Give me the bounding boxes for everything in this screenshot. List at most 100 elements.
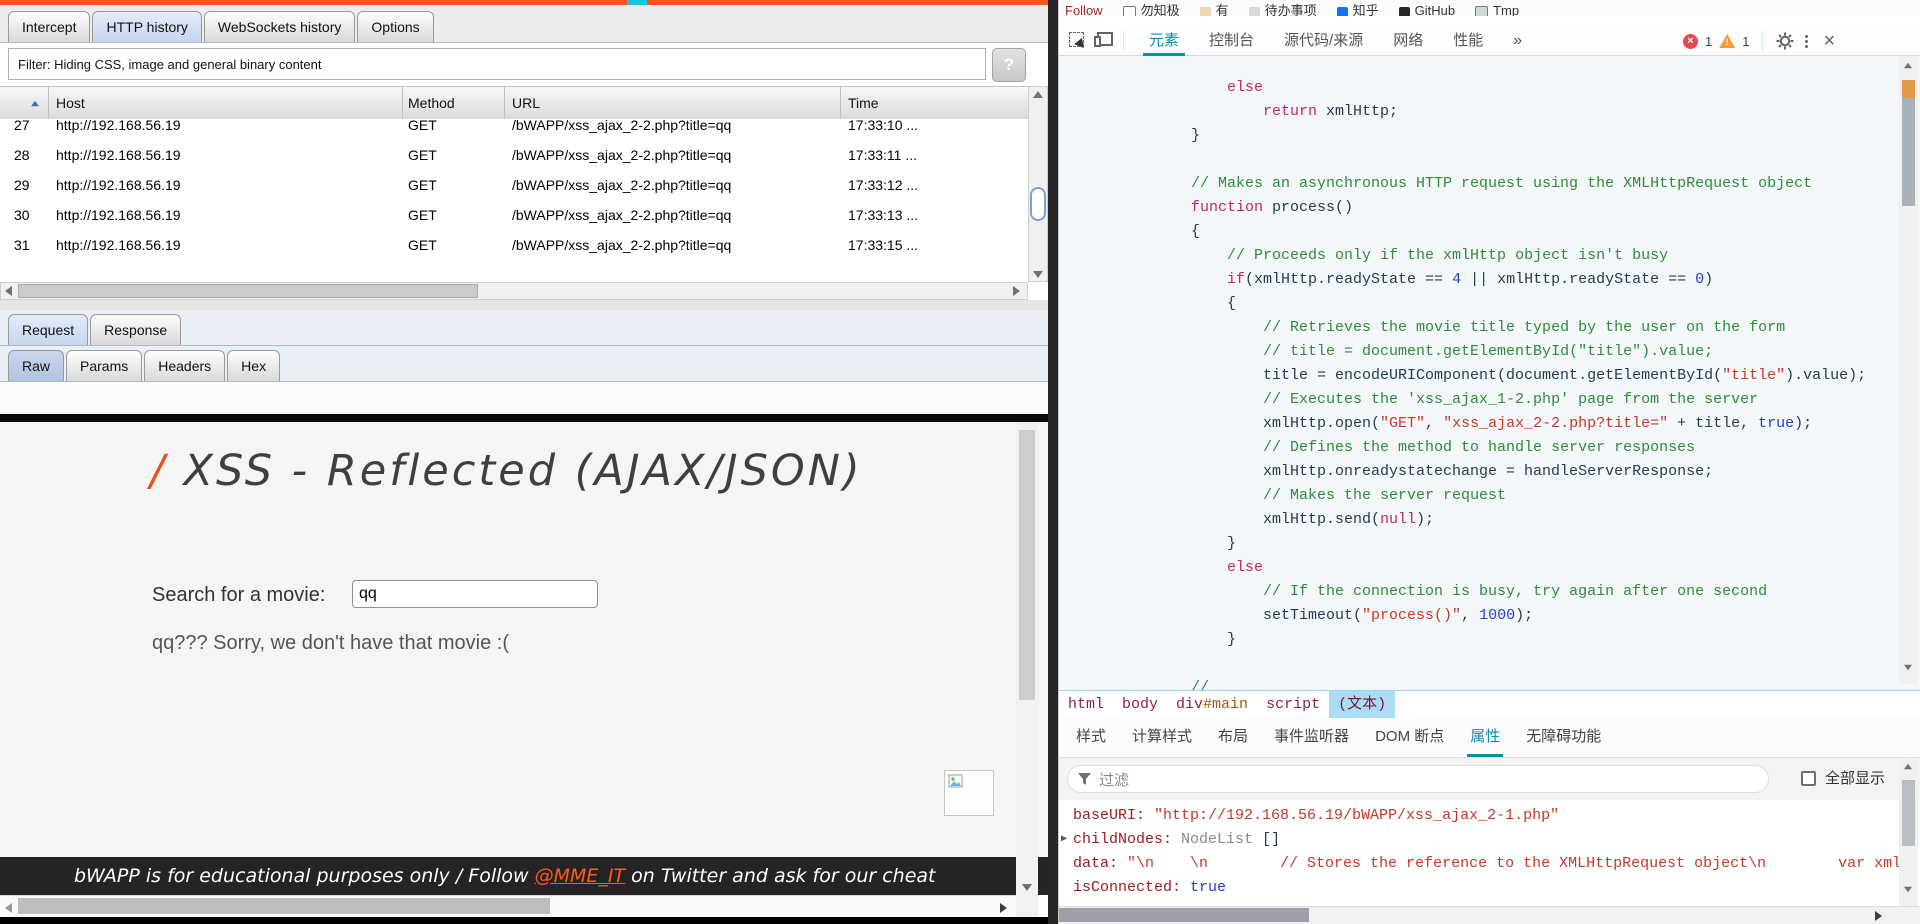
code-line: // Proceeds only if the xmlHttp object i… bbox=[1191, 244, 1920, 268]
code-line: } bbox=[1191, 124, 1920, 148]
breadcrumb-item--文本-[interactable]: (文本) bbox=[1329, 691, 1395, 718]
code-token: true bbox=[1190, 879, 1226, 896]
sidebar-tab-事件监听器[interactable]: 事件监听器 bbox=[1261, 718, 1362, 757]
sidebar-tab-无障碍功能[interactable]: 无障碍功能 bbox=[1513, 718, 1614, 757]
code-line: // Makes the server request bbox=[1191, 484, 1920, 508]
bookmark-favicon-icon bbox=[1249, 7, 1260, 16]
help-button[interactable]: ? bbox=[992, 48, 1026, 82]
property-row[interactable]: data: "\n \n // Stores the reference to … bbox=[1073, 852, 1899, 876]
properties-horizontal-scroll-thumb[interactable] bbox=[1059, 908, 1309, 922]
code-token: xmlHttp.open( bbox=[1191, 415, 1380, 432]
heading-slash: / bbox=[150, 446, 168, 496]
bookmark-label: 知乎 bbox=[1353, 0, 1379, 16]
row-number: 31 bbox=[14, 230, 30, 260]
code-token: else bbox=[1227, 79, 1263, 96]
property-row[interactable]: ▶childNodes: NodeList [] bbox=[1073, 828, 1899, 852]
format-tab-raw[interactable]: Raw bbox=[8, 350, 64, 381]
bookmark-勿知极[interactable]: 勿知极 bbox=[1123, 0, 1180, 16]
bookmark-github[interactable]: GitHub bbox=[1399, 0, 1455, 16]
column-header-url[interactable]: URL bbox=[512, 87, 540, 119]
code-token: "GET" bbox=[1380, 415, 1425, 432]
warning-icon[interactable]: ! bbox=[1719, 34, 1735, 48]
bookmark-待办事项[interactable]: 待办事项 bbox=[1249, 0, 1317, 16]
code-line: function process() bbox=[1191, 196, 1920, 220]
history-horizontal-scroll-thumb[interactable] bbox=[18, 284, 478, 298]
table-row[interactable]: 29http://192.168.56.19GET/bWAPP/xss_ajax… bbox=[0, 170, 1028, 200]
bookmark-follow[interactable]: Follow bbox=[1065, 0, 1103, 16]
show-all-checkbox[interactable] bbox=[1801, 771, 1816, 786]
burp-window-bottom-edge bbox=[0, 414, 1048, 422]
breadcrumb-item-div[interactable]: div#main bbox=[1167, 691, 1257, 718]
column-header-method[interactable]: Method bbox=[408, 87, 455, 119]
device-toolbar-icon[interactable] bbox=[1097, 32, 1113, 46]
history-vertical-scroll-thumb[interactable] bbox=[1030, 187, 1046, 221]
row-method: GET bbox=[408, 200, 437, 230]
history-vertical-scrollbar[interactable] bbox=[1028, 86, 1048, 282]
more-tabs-chevron[interactable]: » bbox=[1501, 26, 1534, 56]
format-tab-params[interactable]: Params bbox=[66, 350, 142, 381]
movie-search-input[interactable] bbox=[352, 580, 598, 608]
code-token: else bbox=[1227, 559, 1263, 576]
browser-horizontal-scroll-thumb[interactable] bbox=[18, 898, 550, 914]
expand-arrow-icon[interactable]: ▶ bbox=[1061, 828, 1067, 852]
column-header-time[interactable]: Time bbox=[848, 87, 879, 119]
sidebar-tab-布局[interactable]: 布局 bbox=[1205, 718, 1261, 757]
message-tab-bar: RequestResponse bbox=[0, 310, 1048, 346]
error-icon[interactable]: × bbox=[1683, 34, 1698, 49]
row-method: GET bbox=[408, 170, 437, 200]
sidebar-tab-属性[interactable]: 属性 bbox=[1457, 718, 1513, 757]
code-token: } bbox=[1191, 535, 1236, 552]
message-tab-response[interactable]: Response bbox=[90, 314, 181, 345]
footer-twitter-link[interactable]: @MME_IT bbox=[535, 865, 626, 887]
devtools-tab-源代码-来源[interactable]: 源代码/来源 bbox=[1272, 26, 1375, 56]
burp-tab-http-history[interactable]: HTTP history bbox=[92, 11, 201, 42]
properties-scroll-thumb[interactable] bbox=[1902, 780, 1915, 846]
properties-filter-input[interactable]: 过滤 bbox=[1067, 765, 1769, 793]
column-header-host[interactable]: Host bbox=[56, 87, 85, 119]
row-host: http://192.168.56.19 bbox=[56, 200, 181, 230]
message-tab-request[interactable]: Request bbox=[8, 314, 88, 345]
browser-vertical-scroll-thumb[interactable] bbox=[1019, 430, 1035, 700]
bookmark-tmp[interactable]: Tmp bbox=[1475, 0, 1519, 16]
table-row[interactable]: 28http://192.168.56.19GET/bWAPP/xss_ajax… bbox=[0, 140, 1028, 170]
filter-bar[interactable]: Filter: Hiding CSS, image and general bi… bbox=[8, 48, 986, 80]
code-token: // Proceeds only if the xmlHttp object i… bbox=[1227, 247, 1668, 264]
devtools-tab-元素[interactable]: 元素 bbox=[1137, 26, 1191, 56]
code-scroll-marker bbox=[1902, 80, 1915, 98]
property-row[interactable]: isConnected: true bbox=[1073, 876, 1899, 900]
window-divider bbox=[1048, 0, 1058, 924]
burp-tab-intercept[interactable]: Intercept bbox=[8, 11, 90, 42]
breadcrumb-item-html[interactable]: html bbox=[1059, 691, 1113, 718]
devtools-tab-控制台[interactable]: 控制台 bbox=[1197, 26, 1266, 56]
source-code-view[interactable]: else return xmlHttp;} // Makes an asynch… bbox=[1059, 56, 1920, 690]
burp-tab-options[interactable]: Options bbox=[357, 11, 433, 42]
row-method: GET bbox=[408, 119, 437, 140]
bookmark-有[interactable]: 有 bbox=[1200, 0, 1229, 16]
settings-gear-icon[interactable] bbox=[1776, 32, 1794, 50]
table-row[interactable]: 31http://192.168.56.19GET/bWAPP/xss_ajax… bbox=[0, 230, 1028, 260]
devtools-tab-网络[interactable]: 网络 bbox=[1381, 26, 1435, 56]
property-row[interactable]: baseURI: "http://192.168.56.19/bWAPP/xss… bbox=[1073, 804, 1899, 828]
table-row[interactable]: 27http://192.168.56.19GET/bWAPP/xss_ajax… bbox=[0, 119, 1028, 140]
format-tab-headers[interactable]: Headers bbox=[144, 350, 225, 381]
devtools-tab-性能[interactable]: 性能 bbox=[1441, 26, 1495, 56]
bookmark-知乎[interactable]: 知乎 bbox=[1337, 0, 1379, 16]
burp-tab-websockets-history[interactable]: WebSockets history bbox=[204, 11, 355, 42]
format-tab-hex[interactable]: Hex bbox=[227, 350, 280, 381]
breadcrumb-id-suffix: #main bbox=[1203, 696, 1248, 713]
sidebar-tab-样式[interactable]: 样式 bbox=[1063, 718, 1119, 757]
pane-splitter[interactable] bbox=[0, 300, 1048, 310]
more-options-icon[interactable] bbox=[1801, 35, 1812, 48]
inspect-element-icon[interactable] bbox=[1069, 32, 1084, 47]
code-token: xmlHttp.send( bbox=[1191, 511, 1380, 528]
sidebar-tab-dom-断点[interactable]: DOM 断点 bbox=[1362, 718, 1457, 757]
sidebar-tab-计算样式[interactable]: 计算样式 bbox=[1119, 718, 1205, 757]
breadcrumb-item-body[interactable]: body bbox=[1113, 691, 1167, 718]
close-devtools-icon[interactable]: × bbox=[1819, 27, 1839, 55]
show-all-label[interactable]: 全部显示 bbox=[1825, 758, 1885, 800]
code-token: process() bbox=[1263, 199, 1353, 216]
table-row[interactable]: 30http://192.168.56.19GET/bWAPP/xss_ajax… bbox=[0, 200, 1028, 230]
history-table-header[interactable]: Host Method URL Time bbox=[0, 86, 1028, 120]
code-scroll-thumb[interactable] bbox=[1902, 98, 1915, 206]
breadcrumb-item-script[interactable]: script bbox=[1257, 691, 1329, 718]
